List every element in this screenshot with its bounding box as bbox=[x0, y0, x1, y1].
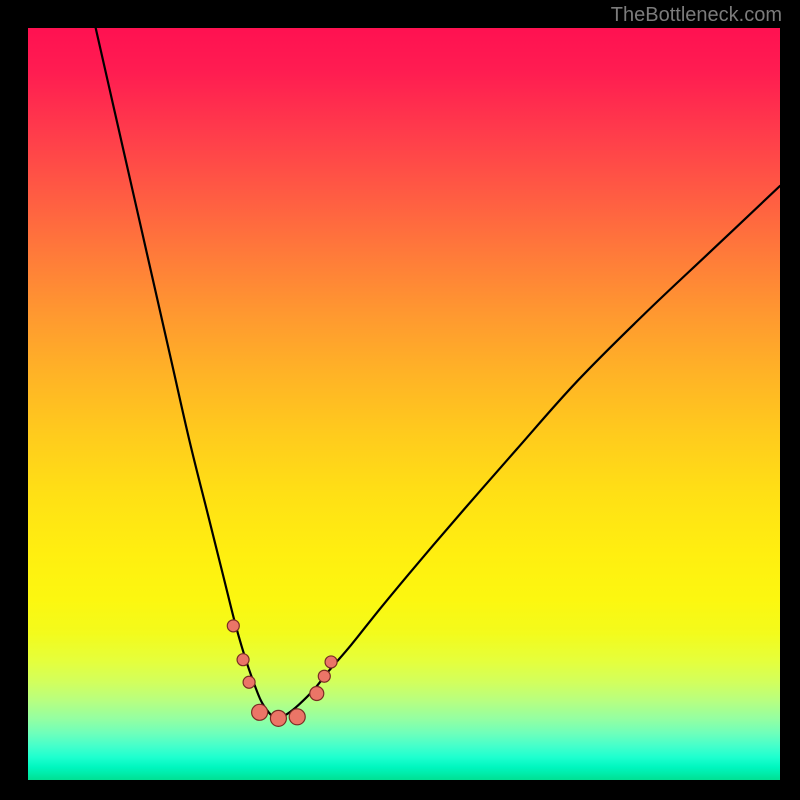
data-marker bbox=[237, 654, 249, 666]
plot-area bbox=[28, 28, 780, 780]
curve-right-curve bbox=[276, 186, 780, 720]
data-marker bbox=[227, 620, 239, 632]
curves-svg bbox=[28, 28, 780, 780]
data-marker bbox=[243, 676, 255, 688]
chart-container: TheBottleneck.com bbox=[0, 0, 800, 800]
data-marker bbox=[325, 656, 337, 668]
data-marker bbox=[310, 687, 324, 701]
data-marker bbox=[252, 704, 268, 720]
data-marker bbox=[270, 710, 286, 726]
curve-left-curve bbox=[96, 28, 276, 720]
watermark-text: TheBottleneck.com bbox=[611, 4, 782, 27]
data-marker bbox=[318, 670, 330, 682]
data-marker bbox=[289, 709, 305, 725]
